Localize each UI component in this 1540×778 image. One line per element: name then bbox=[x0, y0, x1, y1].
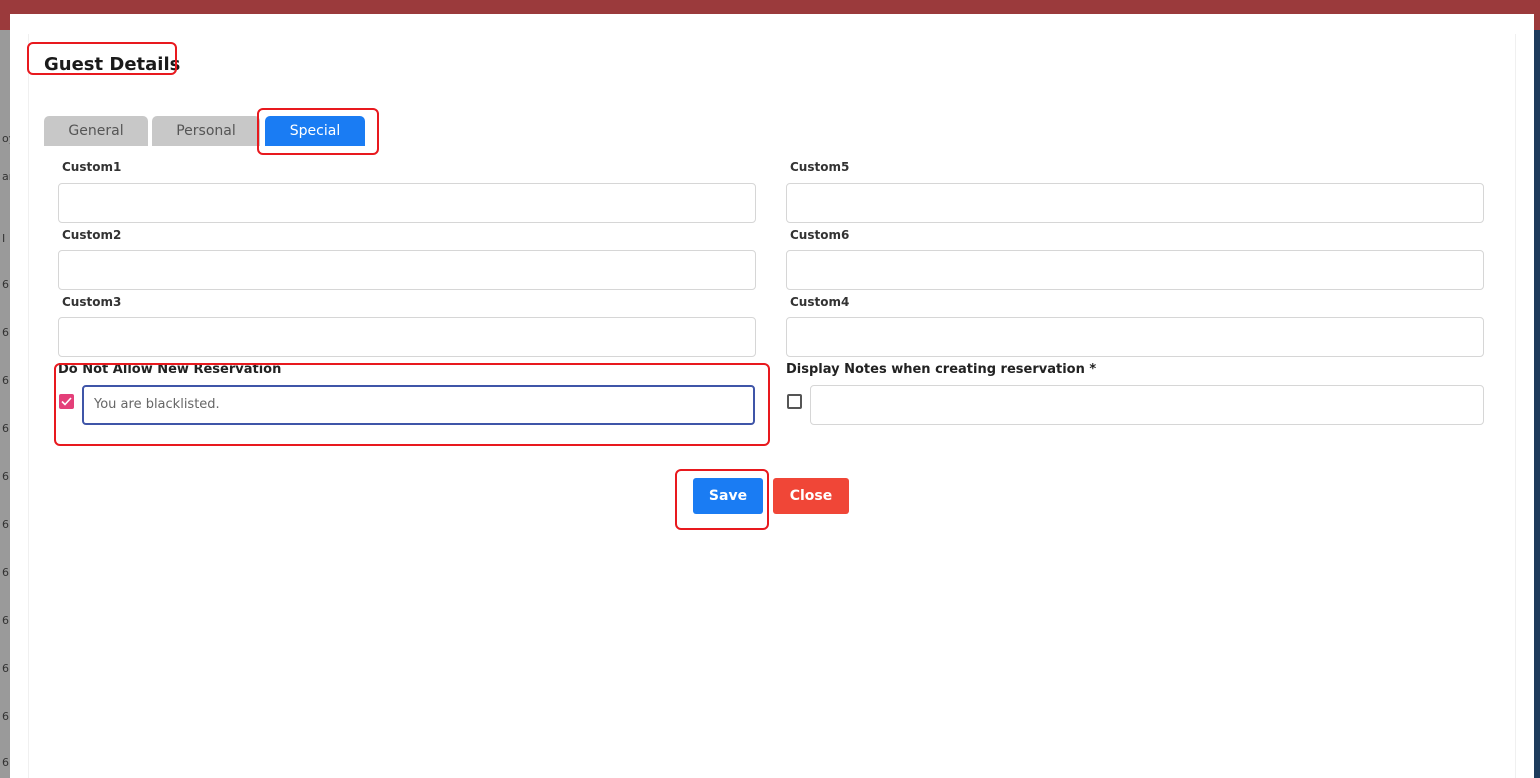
custom2-field[interactable] bbox=[58, 250, 756, 290]
display-notes-field[interactable] bbox=[810, 385, 1484, 425]
display-notes-checkbox[interactable] bbox=[787, 394, 802, 409]
background-text-fragment: 6 bbox=[2, 422, 9, 435]
background-text-fragment: 6 bbox=[2, 470, 9, 483]
custom1-field[interactable] bbox=[58, 183, 756, 223]
custom4-field[interactable] bbox=[786, 317, 1484, 357]
tab-personal[interactable]: Personal bbox=[152, 116, 260, 146]
background-text-fragment: 6 bbox=[2, 374, 9, 387]
display-notes-label: Display Notes when creating reservation … bbox=[786, 362, 1097, 377]
custom1-label: Custom1 bbox=[62, 160, 122, 174]
custom6-label: Custom6 bbox=[790, 228, 850, 242]
do-not-allow-label: Do Not Allow New Reservation bbox=[58, 362, 282, 377]
save-button[interactable]: Save bbox=[693, 478, 763, 514]
custom2-label: Custom2 bbox=[62, 228, 122, 242]
background-text-fragment: 6 bbox=[2, 710, 9, 723]
custom6-field[interactable] bbox=[786, 250, 1484, 290]
background-text-fragment: 6 bbox=[2, 326, 9, 339]
close-button[interactable]: Close bbox=[773, 478, 849, 514]
background-text-fragment: 6 bbox=[2, 756, 9, 769]
background-text-fragment: 6 bbox=[2, 662, 9, 675]
background-text-fragment: 6 bbox=[2, 614, 9, 627]
background-text-fragment: 6 bbox=[2, 566, 9, 579]
custom5-label: Custom5 bbox=[790, 160, 850, 174]
do-not-allow-checkbox[interactable] bbox=[59, 394, 74, 409]
custom5-field[interactable] bbox=[786, 183, 1484, 223]
custom3-label: Custom3 bbox=[62, 295, 122, 309]
background-text-fragment: 6 bbox=[2, 518, 9, 531]
tab-special[interactable]: Special bbox=[265, 116, 365, 146]
dialog-title: Guest Details bbox=[44, 54, 181, 75]
custom4-label: Custom4 bbox=[790, 295, 850, 309]
checkmark-icon bbox=[61, 397, 72, 406]
tab-general[interactable]: General bbox=[44, 116, 148, 146]
background-text-fragment: I bbox=[2, 232, 6, 245]
background-right-strip bbox=[1534, 30, 1540, 778]
background-text-fragment: 6 bbox=[2, 278, 9, 291]
custom3-field[interactable] bbox=[58, 317, 756, 357]
blacklist-note-field[interactable]: You are blacklisted. bbox=[82, 385, 755, 425]
